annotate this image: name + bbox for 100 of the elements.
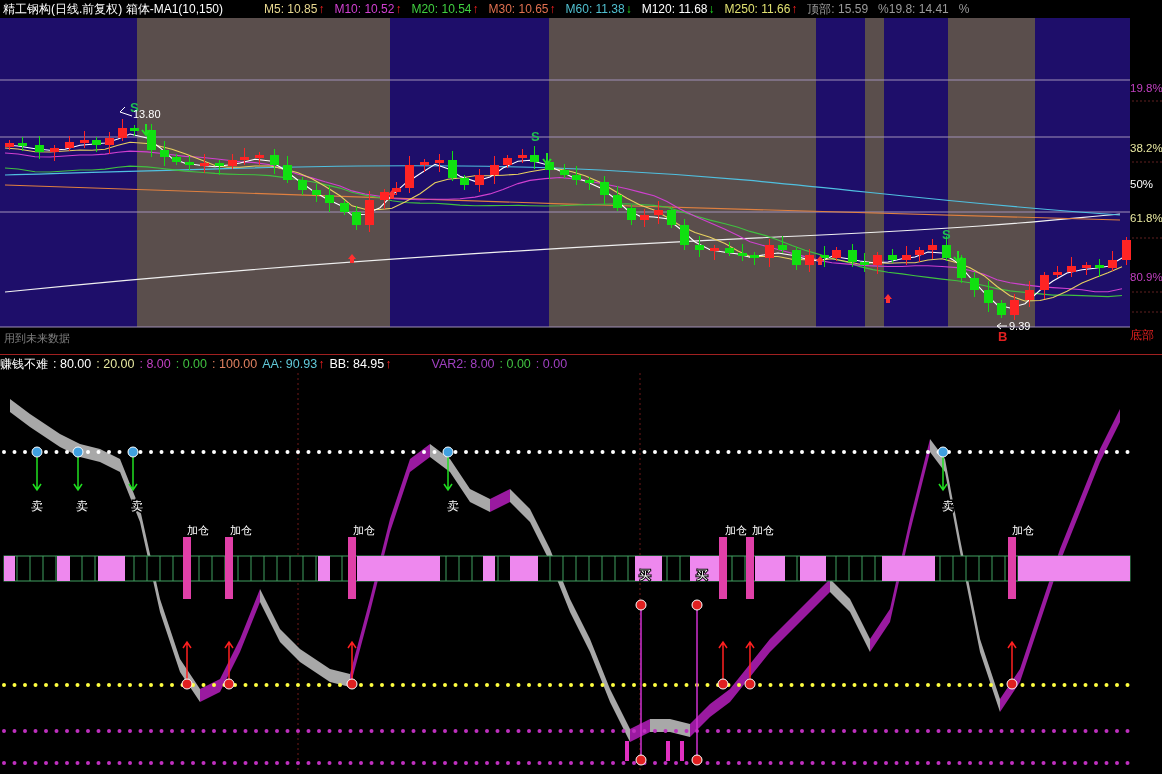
indicator-value: : 0.00 <box>175 357 208 371</box>
moving-average-value: M250: 11.66 <box>724 2 791 16</box>
add-position-label: 加仓 <box>230 524 252 536</box>
percent-sign: % <box>958 2 970 16</box>
trend-arrow: ↑ <box>318 357 325 371</box>
candlestick <box>185 155 194 171</box>
candlestick <box>240 147 249 166</box>
candlestick <box>200 153 209 174</box>
candlestick <box>970 271 979 298</box>
moving-average-value: M10: 10.52 <box>334 2 395 16</box>
candlestick <box>1025 280 1034 308</box>
buy-arrow-icon <box>717 640 729 690</box>
candlestick <box>613 185 622 212</box>
sell-arrow-icon <box>31 446 43 492</box>
candlestick <box>475 168 484 193</box>
candlestick <box>848 243 857 268</box>
indicator-value: VAR2: 8.00 <box>431 357 495 371</box>
top-price-label: 顶部: 15.59 <box>807 0 869 18</box>
pin-marker-icon <box>635 599 647 766</box>
candlestick <box>420 158 429 173</box>
add-position-label: 加仓 <box>725 524 747 536</box>
candlestick <box>118 118 127 142</box>
add-position-label: 加仓 <box>1012 524 1034 536</box>
candlestick <box>352 205 361 231</box>
level-label: 61.8% <box>1130 212 1162 224</box>
candlestick <box>312 183 321 203</box>
candlestick <box>18 136 27 152</box>
candlestick <box>750 251 759 266</box>
candlestick <box>1095 258 1104 278</box>
buy-label: 买 <box>639 568 651 582</box>
level-label: 19.8% <box>1130 82 1162 94</box>
candlestick <box>325 185 334 213</box>
trend-arrow: ↑ <box>549 2 556 16</box>
candlestick <box>340 199 349 216</box>
candlestick <box>778 235 787 254</box>
candlestick <box>130 124 139 137</box>
candlestick <box>50 144 59 162</box>
buy-arrow-icon <box>744 640 756 690</box>
candlestick <box>365 190 374 233</box>
candlestick <box>725 241 734 257</box>
candlestick <box>928 238 937 260</box>
trend-arrow: ↑ <box>318 2 325 16</box>
bottom-label: 底部 <box>1130 328 1154 342</box>
trend-arrow: ↓ <box>625 2 632 16</box>
buy-signal-label: B <box>998 329 1008 344</box>
add-position-label: 加仓 <box>353 524 375 536</box>
candlestick <box>490 155 499 185</box>
candlestick <box>600 175 609 205</box>
signal-bar <box>680 741 684 761</box>
sell-signal-label: S <box>531 129 540 144</box>
sell-arrow-icon <box>442 446 454 492</box>
sell-arrow-icon <box>72 446 84 492</box>
indicator-value: : 0.00 <box>535 357 568 371</box>
candlestick <box>1067 256 1076 278</box>
level-price-label: %19.8: 14.41 <box>878 2 949 16</box>
trend-arrow: ↓ <box>708 2 715 16</box>
sell-arrow-icon <box>937 446 949 492</box>
candlestick <box>710 244 719 261</box>
moving-average-value: M30: 10.65 <box>488 2 549 16</box>
down-arrow-icon <box>542 152 552 166</box>
indicator-value: BB: 84.95 <box>329 357 385 371</box>
moving-average-value: M20: 10.54 <box>411 2 472 16</box>
candlestick <box>5 139 14 151</box>
buy-arrow-icon <box>1006 640 1018 690</box>
sell-arrow-icon <box>127 446 139 492</box>
candlestick <box>405 155 414 194</box>
candlestick <box>654 200 663 225</box>
future-data-note: 用到未来数据 <box>4 332 70 344</box>
level-label: 38.2% <box>1130 142 1162 154</box>
candlestick <box>957 254 966 284</box>
up-marker-icon <box>816 256 824 265</box>
candlestick <box>585 176 594 191</box>
candlestick <box>572 165 581 186</box>
candlestick <box>298 176 307 196</box>
low-price-label: 9.39 <box>1009 320 1031 332</box>
candlestick <box>915 246 924 263</box>
candlestick <box>1040 271 1049 300</box>
add-position-label: 加仓 <box>187 524 209 536</box>
candlestick <box>1108 250 1117 272</box>
moving-average-value: M60: 11.38 <box>565 2 625 16</box>
candlestick <box>503 154 512 169</box>
candlestick <box>147 123 156 158</box>
candlestick <box>105 131 114 155</box>
indicator-value: AA: 90.93 <box>262 357 318 371</box>
candlestick <box>792 246 801 271</box>
level-label: 80.9% <box>1130 271 1162 283</box>
candlestick <box>65 135 74 152</box>
candlestick <box>902 245 911 266</box>
candlestick <box>695 235 704 258</box>
up-marker-icon <box>388 190 396 199</box>
chart-title: 精工钢构(日线.前复权) 箱体-MA1(10,150) <box>3 0 224 18</box>
candlestick <box>35 135 44 160</box>
candlestick <box>380 188 389 210</box>
candlestick <box>160 140 169 167</box>
candlestick <box>172 153 181 166</box>
candlestick <box>255 151 264 166</box>
candlestick <box>738 243 747 262</box>
candlestick <box>765 238 774 268</box>
candlestick <box>1010 293 1019 321</box>
indicator-name: 赚钱不难 <box>0 355 48 373</box>
